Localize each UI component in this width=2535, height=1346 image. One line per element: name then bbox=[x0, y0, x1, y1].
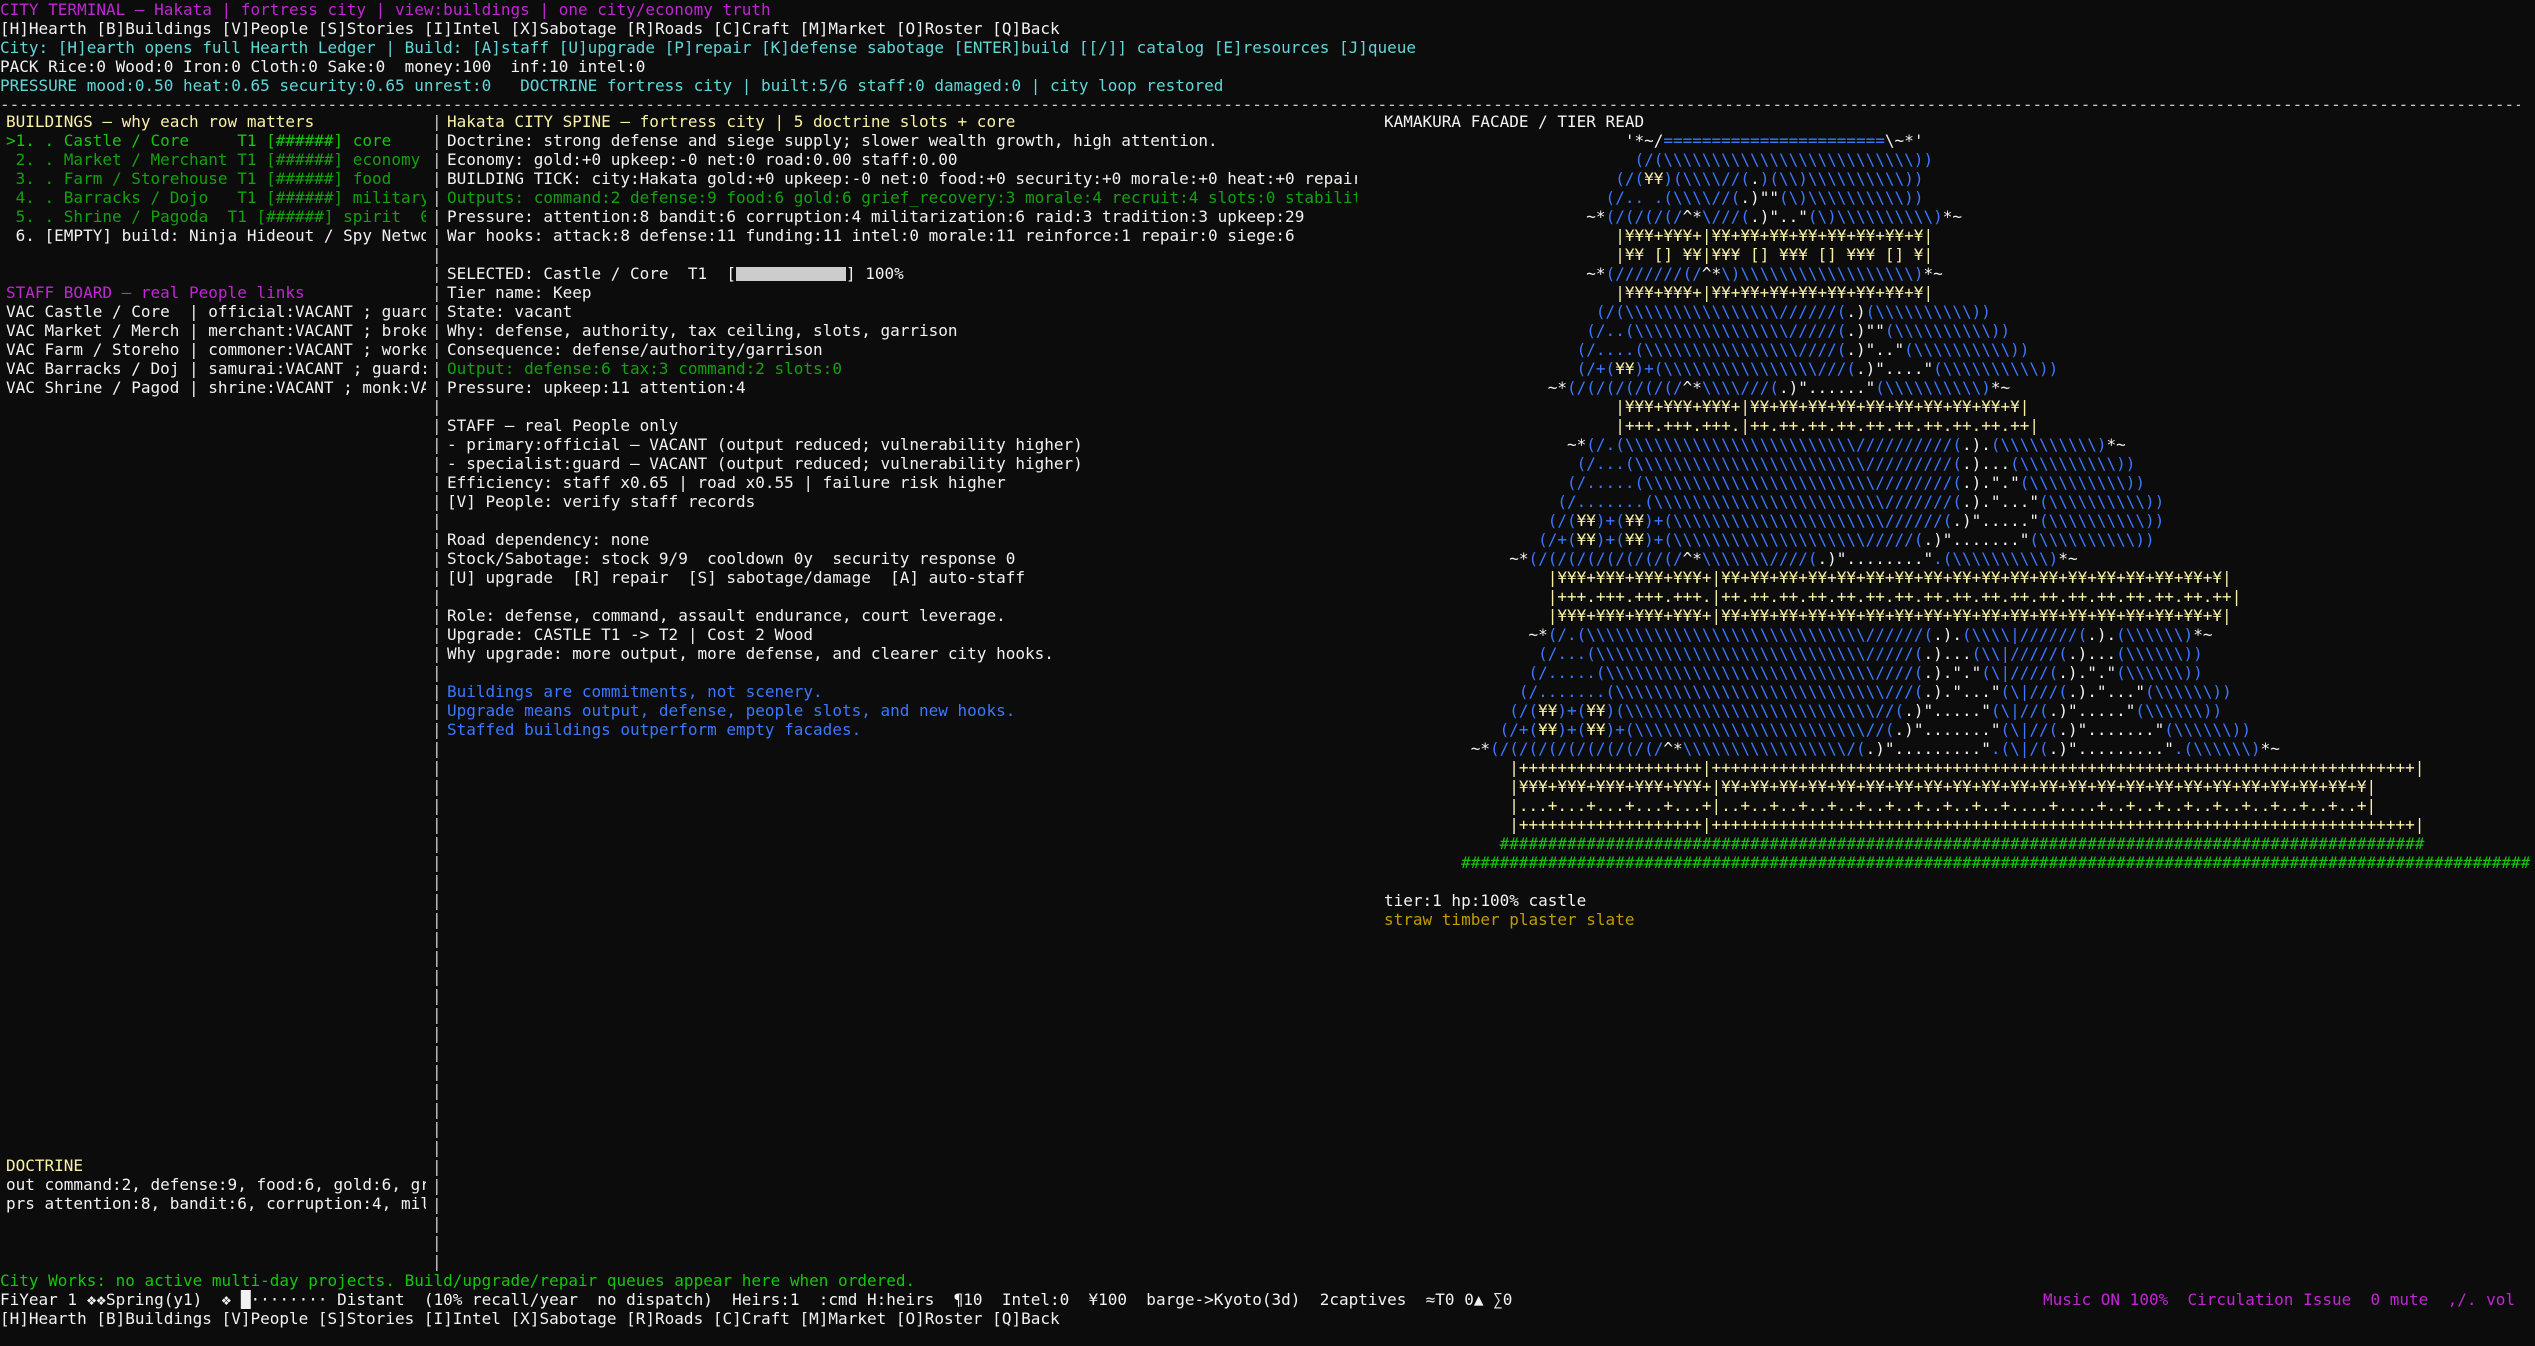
staff-title: STAFF — real People only bbox=[447, 416, 679, 435]
building-row-empty[interactable]: 6. [EMPTY] build: Ninja Hideout / Spy Ne… bbox=[6, 226, 426, 245]
tier-hp-line: tier:1 hp:100% castle bbox=[1384, 891, 1587, 910]
building-row-market[interactable]: 2. . Market / Merchant T1 [######] econo… bbox=[6, 150, 426, 169]
building-row-shrine[interactable]: 5. . Shrine / Pagoda T1 [######] spirit … bbox=[6, 207, 426, 226]
war-hooks-line: War hooks: attack:8 defense:11 funding:1… bbox=[447, 226, 1295, 245]
verify-people-action[interactable]: [V] People: verify staff records bbox=[447, 492, 1357, 511]
selected-pressure-line: Pressure: upkeep:11 attention:4 bbox=[447, 378, 746, 397]
city-help-line: City: [H]earth opens full Hearth Ledger … bbox=[0, 38, 1417, 57]
note-line: Buildings are commitments, not scenery. bbox=[447, 682, 823, 701]
tier-read: tier:1 hp:100% castle straw timber plast… bbox=[1384, 891, 2524, 929]
castle-ascii-art: '*~/=======================\~*' (/(\\\\\… bbox=[1384, 131, 2531, 872]
upgrade-line: Upgrade: CASTLE T1 -> T2 | Cost 2 Wood bbox=[447, 625, 814, 644]
facade-panel: KAMAKURA FACADE / TIER READ bbox=[1384, 112, 2524, 131]
terminal-title: CITY TERMINAL — Hakata | fortress city |… bbox=[0, 0, 771, 19]
selected-line: SELECTED: Castle / Core T1 [] 100% bbox=[447, 264, 904, 283]
top-nav-bar[interactable]: [H]Hearth [B]Buildings [V]People [S]Stor… bbox=[0, 19, 1060, 38]
staff-primary: - primary:official — VACANT (output redu… bbox=[447, 435, 1083, 454]
staff-board-title: STAFF BOARD — real People links bbox=[6, 283, 305, 302]
doctrine-title: DOCTRINE bbox=[6, 1156, 84, 1175]
building-row-farm[interactable]: 3. . Farm / Storehouse T1 [######] food … bbox=[6, 169, 426, 188]
doctrine-outputs: out command:2, defense:9, food:6, gold:6… bbox=[6, 1175, 426, 1194]
tier-name: Tier name: Keep bbox=[447, 283, 592, 302]
efficiency-line: Efficiency: staff x0.65 | road x0.55 | f… bbox=[447, 473, 1006, 492]
role-line: Role: defense, command, assault enduranc… bbox=[447, 606, 1006, 625]
staff-row: VAC Shrine / Pagod | shrine:VACANT ; mon… bbox=[6, 378, 426, 397]
status-bar: FiYear 1 ❖❖Spring(y1) ❖ █········ Distan… bbox=[0, 1290, 1513, 1309]
materials-line: straw timber plaster slate bbox=[1384, 910, 1635, 929]
building-row-barracks[interactable]: 4. . Barracks / Dojo T1 [######] militar… bbox=[6, 188, 426, 207]
why-line: Why: defense, authority, tax ceiling, sl… bbox=[447, 321, 958, 340]
pressure-line: Pressure: attention:8 bandit:6 corruptio… bbox=[447, 207, 1305, 226]
note-line: Upgrade means output, defense, people sl… bbox=[447, 701, 1016, 720]
outputs-line: Outputs: command:2 defense:9 food:6 gold… bbox=[447, 188, 1357, 207]
economy-line: Economy: gold:+0 upkeep:-0 net:0 road:0.… bbox=[447, 150, 958, 169]
bottom-nav-bar[interactable]: [H]Hearth [B]Buildings [V]People [S]Stor… bbox=[0, 1309, 1060, 1328]
city-works-line: City Works: no active multi-day projects… bbox=[0, 1271, 916, 1290]
doctrine-panel: DOCTRINE out command:2, defense:9, food:… bbox=[6, 1156, 426, 1213]
staff-row: VAC Farm / Storeho | commoner:VACANT ; w… bbox=[6, 340, 426, 359]
stock-sabotage-line: Stock/Sabotage: stock 9/9 cooldown 0y se… bbox=[447, 549, 1016, 568]
state-line: State: vacant bbox=[447, 302, 573, 321]
audio-status[interactable]: Music ON 100% Circulation Issue 0 mute ,… bbox=[2043, 1290, 2515, 1309]
building-tick-line: BUILDING TICK: city:Hakata gold:+0 upkee… bbox=[447, 169, 1357, 188]
consequence-line: Consequence: defense/authority/garrison bbox=[447, 340, 823, 359]
why-upgrade-line: Why upgrade: more output, more defense, … bbox=[447, 644, 1054, 663]
staff-specialist: - specialist:guard — VACANT (output redu… bbox=[447, 454, 1083, 473]
doctrine-pressures: prs attention:8, bandit:6, corruption:4,… bbox=[6, 1194, 426, 1213]
spine-title: Hakata CITY SPINE — fortress city | 5 do… bbox=[447, 112, 1016, 131]
pressure-line: PRESSURE mood:0.50 heat:0.65 security:0.… bbox=[0, 76, 1224, 95]
road-dependency: Road dependency: none bbox=[447, 530, 650, 549]
building-row-castle[interactable]: >1. . Castle / Core T1 [######] core 0/ bbox=[6, 131, 426, 150]
left-panel: BUILDINGS — why each row matters >1. . C… bbox=[6, 112, 426, 397]
buildings-title: BUILDINGS — why each row matters bbox=[6, 112, 315, 131]
staff-row: VAC Market / Merch | merchant:VACANT ; b… bbox=[6, 321, 426, 340]
city-spine-panel: Hakata CITY SPINE — fortress city | 5 do… bbox=[447, 112, 1357, 739]
building-actions[interactable]: [U] upgrade [R] repair [S] sabotage/dama… bbox=[447, 568, 1357, 587]
staff-row: VAC Barracks / Doj | samurai:VACANT ; gu… bbox=[6, 359, 426, 378]
pack-line: PACK Rice:0 Wood:0 Iron:0 Cloth:0 Sake:0… bbox=[0, 57, 646, 76]
selected-progress-bar bbox=[735, 267, 846, 281]
doctrine-line: Doctrine: strong defense and siege suppl… bbox=[447, 131, 1218, 150]
facade-title: KAMAKURA FACADE / TIER READ bbox=[1384, 112, 1645, 131]
staff-row: VAC Castle / Core | official:VACANT ; gu… bbox=[6, 302, 426, 321]
note-line: Staffed buildings outperform empty facad… bbox=[447, 720, 862, 739]
output-line: Output: defense:6 tax:3 command:2 slots:… bbox=[447, 359, 842, 378]
column-divider: | | | | | | | | | | | | | | | | | | | | … bbox=[432, 112, 442, 1271]
